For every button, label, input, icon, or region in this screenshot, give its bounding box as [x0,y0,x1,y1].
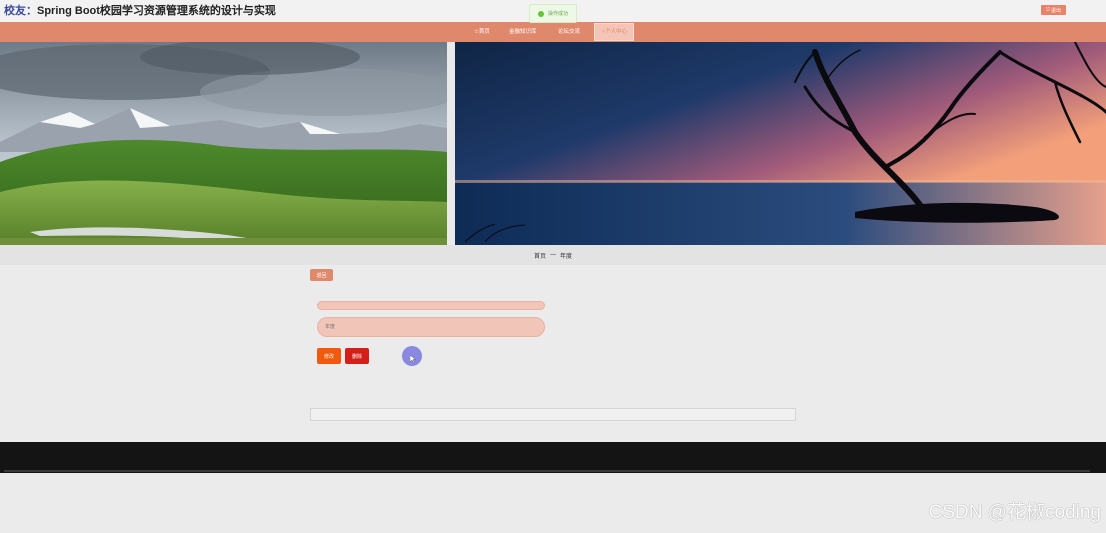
year-input[interactable] [317,317,545,337]
delete-button[interactable]: 删除 [345,348,369,364]
footer-divider [4,470,1090,472]
logout-label: 退出 [1050,7,1061,14]
logout-button[interactable]: ⎋ 退出 [1041,5,1066,15]
mouse-cursor-highlight [402,346,422,366]
success-toast: 操作成功 [529,4,577,23]
nav-item-personal-center[interactable]: ♀个人中心 [594,23,635,41]
breadcrumb-separator: — [550,252,556,258]
nav-item-finance-knowledge[interactable]: 金融知识库 [509,22,537,42]
success-check-icon [537,10,544,17]
banner-carousel[interactable] [0,42,1106,245]
logout-icon: ⎋ [1046,7,1050,13]
edit-button[interactable]: 修改 [317,348,341,364]
breadcrumb-current: 年度 [560,253,573,260]
nav-item-forum[interactable]: 论坛交流 [558,22,580,42]
site-title-prefix: 校友： [4,5,37,17]
pointer-icon [410,355,416,363]
footer [0,442,1106,473]
banner-slide-mountains [0,42,447,245]
breadcrumb: 首页 — 年度 [0,245,1106,265]
name-field[interactable] [317,301,545,310]
site-title: 校友：Spring Boot校园学习资源管理系统的设计与实现 [4,3,276,19]
watermark: CSDN @花椒coding [928,502,1101,523]
banner-slide-sunset-tree [455,42,1106,245]
back-button[interactable]: 返回 [310,269,333,281]
content-panel [310,408,796,421]
toast-message: 操作成功 [547,11,568,17]
site-title-main: Spring Boot校园学习资源管理系统的设计与实现 [37,5,276,17]
main-nav: ☆首页 金融知识库 论坛交流 ♀个人中心 [0,22,1106,42]
breadcrumb-home[interactable]: 首页 [534,251,546,260]
nav-item-home[interactable]: ☆首页 [474,22,490,42]
